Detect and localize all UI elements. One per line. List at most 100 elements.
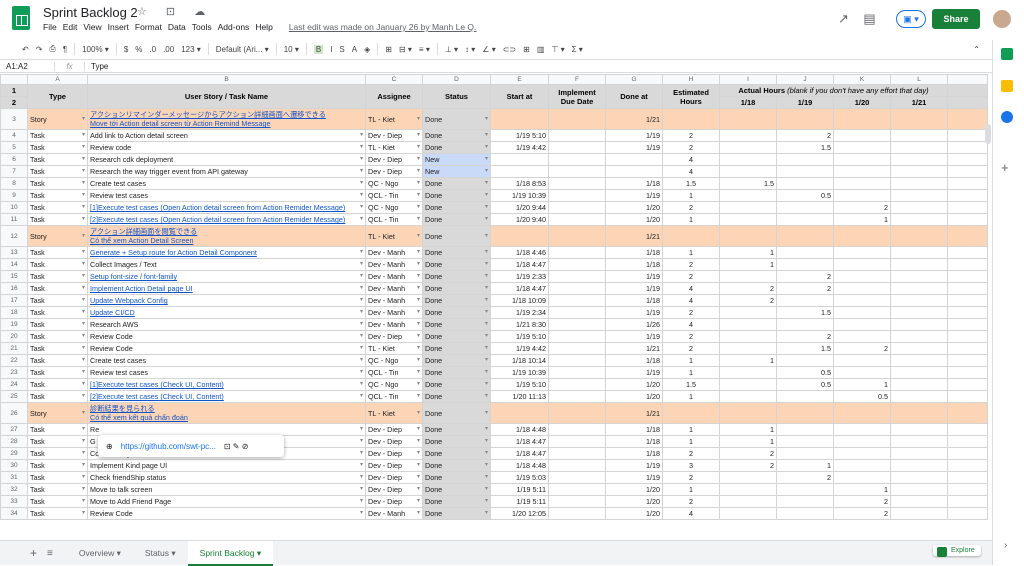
toolbar-item[interactable]: % (135, 45, 142, 54)
actual-hours-cell[interactable] (719, 390, 777, 403)
actual-hours-cell[interactable] (833, 318, 891, 331)
dropdown-arrow-icon[interactable]: ▾ (82, 203, 85, 213)
actual-hours-cell[interactable]: 2 (833, 495, 891, 508)
dropdown-arrow-icon[interactable]: ▾ (82, 449, 85, 459)
assignee-cell[interactable]: QCL - Tin ▾ (365, 390, 423, 403)
actual-hours-cell[interactable]: 2 (776, 129, 834, 142)
task-name[interactable]: Implement Action Detail page UI (90, 284, 193, 293)
task-name[interactable]: Update Webpack Config (90, 296, 168, 305)
actual-hours-cell[interactable] (833, 471, 891, 484)
dropdown-arrow-icon[interactable]: ▾ (82, 461, 85, 471)
assignee-cell[interactable]: QC - Ngo ▾ (365, 354, 423, 367)
actual-hours-cell[interactable] (890, 354, 948, 367)
done-at-cell[interactable]: 1/18 (605, 354, 663, 367)
est-hours-cell[interactable]: 1 (662, 354, 720, 367)
dropdown-arrow-icon[interactable]: ▾ (360, 308, 363, 318)
toolbar-item[interactable]: S (339, 45, 344, 54)
est-hours-cell[interactable] (662, 402, 720, 424)
task-name[interactable]: [2]Execute test cases (Open Action detai… (90, 215, 345, 224)
actual-hours-cell[interactable] (833, 153, 891, 166)
row-number[interactable]: 4 (0, 129, 28, 142)
start-at-cell[interactable]: 1/19 5:10 (490, 330, 549, 343)
extra-cell[interactable] (947, 294, 988, 307)
dropdown-arrow-icon[interactable]: ▾ (360, 485, 363, 495)
dropdown-arrow-icon[interactable]: ▾ (360, 497, 363, 507)
impl-due-cell[interactable] (548, 390, 606, 403)
status-cell[interactable]: Done ▾ (422, 390, 491, 403)
dropdown-arrow-icon[interactable]: ▾ (417, 284, 420, 294)
impl-due-cell[interactable] (548, 177, 606, 190)
extra-cell[interactable] (947, 447, 988, 460)
actual-hours-cell[interactable]: 2 (719, 447, 777, 460)
toolbar-item[interactable]: ⊞ (523, 45, 530, 54)
task-name-cell[interactable]: Review Code ▾ (87, 342, 366, 355)
header-type[interactable]: Type (27, 84, 88, 109)
est-hours-cell[interactable]: 3 (662, 459, 720, 472)
header-done[interactable]: Done at (605, 84, 663, 109)
dropdown-arrow-icon[interactable]: ▾ (82, 320, 85, 330)
est-hours-cell[interactable]: 4 (662, 318, 720, 331)
est-hours-cell[interactable]: 2 (662, 201, 720, 214)
type-cell[interactable]: Task ▾ (27, 507, 88, 520)
actual-hours-cell[interactable] (719, 201, 777, 214)
toolbar-item[interactable]: ≡ ▾ (419, 45, 430, 54)
type-cell[interactable]: Task ▾ (27, 294, 88, 307)
dropdown-arrow-icon[interactable]: ▾ (485, 320, 488, 330)
done-at-cell[interactable]: 1/19 (605, 282, 663, 295)
actual-hours-cell[interactable]: 2 (776, 471, 834, 484)
toolbar-item[interactable]: ↕ ▾ (465, 45, 475, 54)
dropdown-arrow-icon[interactable]: ▾ (82, 155, 85, 165)
extra-cell[interactable] (947, 330, 988, 343)
dropdown-arrow-icon[interactable]: ▾ (82, 392, 85, 402)
dropdown-arrow-icon[interactable]: ▾ (360, 356, 363, 366)
assignee-cell[interactable]: Dev - Diep ▾ (365, 330, 423, 343)
assignee-cell[interactable]: Dev - Manh ▾ (365, 318, 423, 331)
actual-hours-cell[interactable] (719, 402, 777, 424)
dropdown-arrow-icon[interactable]: ▾ (417, 320, 420, 330)
type-cell[interactable]: Task ▾ (27, 270, 88, 283)
row-number[interactable]: 5 (0, 141, 28, 154)
header-actual[interactable]: Actual Hours (blank if you don't have an… (719, 84, 948, 97)
type-cell[interactable]: Task ▾ (27, 246, 88, 259)
start-at-cell[interactable]: 1/18 4:48 (490, 423, 549, 436)
start-at-cell[interactable]: 1/18 8:53 (490, 177, 549, 190)
status-cell[interactable]: Done ▾ (422, 483, 491, 496)
add-sheet-button[interactable]: + (30, 546, 37, 560)
dropdown-arrow-icon[interactable]: ▾ (485, 449, 488, 459)
task-name[interactable]: 診断結果を見られる (90, 404, 155, 413)
actual-hours-cell[interactable] (776, 402, 834, 424)
toolbar-item[interactable]: ⊂⊃ (503, 45, 516, 54)
assignee-cell[interactable]: TL - Kiet ▾ (365, 108, 423, 130)
assignee-cell[interactable]: Dev - Diep ▾ (365, 165, 423, 178)
menu-item-file[interactable]: File (43, 22, 57, 32)
start-at-cell[interactable]: 1/19 2:34 (490, 306, 549, 319)
dropdown-arrow-icon[interactable]: ▾ (485, 272, 488, 282)
actual-hours-cell[interactable] (719, 213, 777, 226)
dropdown-arrow-icon[interactable]: ▾ (417, 131, 420, 141)
start-at-cell[interactable] (490, 165, 549, 178)
dropdown-arrow-icon[interactable]: ▾ (417, 248, 420, 258)
type-cell[interactable]: Task ▾ (27, 189, 88, 202)
toolbar-item[interactable]: A (352, 45, 357, 54)
start-at-cell[interactable]: 1/19 4:42 (490, 141, 549, 154)
row-number[interactable]: 22 (0, 354, 28, 367)
status-cell[interactable]: Done ▾ (422, 294, 491, 307)
type-cell[interactable]: Task ▾ (27, 342, 88, 355)
dropdown-arrow-icon[interactable]: ▾ (417, 167, 420, 177)
start-at-cell[interactable] (490, 225, 549, 247)
dropdown-arrow-icon[interactable]: ▾ (82, 368, 85, 378)
impl-due-cell[interactable] (548, 141, 606, 154)
extra-cell[interactable] (947, 471, 988, 484)
start-at-cell[interactable]: 1/18 4:47 (490, 447, 549, 460)
type-cell[interactable]: Task ▾ (27, 306, 88, 319)
extra-cell[interactable] (947, 435, 988, 448)
dropdown-arrow-icon[interactable]: ▾ (485, 260, 488, 270)
assignee-cell[interactable]: Dev - Diep ▾ (365, 447, 423, 460)
actual-hours-cell[interactable] (776, 225, 834, 247)
row-number[interactable]: 25 (0, 390, 28, 403)
actual-hours-cell[interactable] (719, 330, 777, 343)
dropdown-arrow-icon[interactable]: ▾ (82, 356, 85, 366)
actual-hours-cell[interactable] (776, 423, 834, 436)
dropdown-arrow-icon[interactable]: ▾ (485, 356, 488, 366)
actual-hours-cell[interactable] (833, 354, 891, 367)
